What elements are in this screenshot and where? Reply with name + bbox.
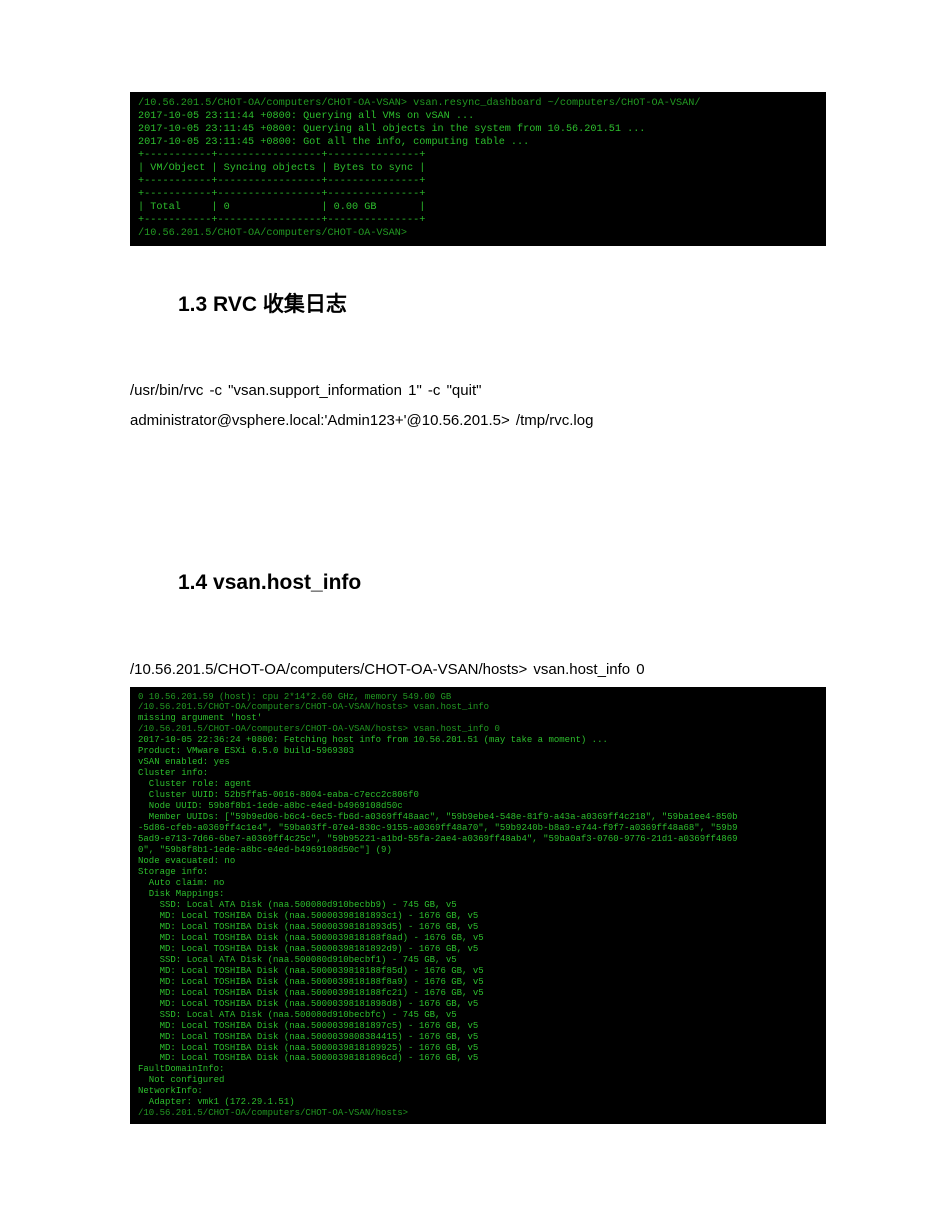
term2-line: /10.56.201.5/CHOT-OA/computers/CHOT-OA-V… bbox=[138, 702, 489, 712]
term2-line: Product: VMware ESXi 6.5.0 build-5969303 bbox=[138, 746, 354, 756]
term2-line: MD: Local TOSHIBA Disk (naa.500003981818… bbox=[138, 1043, 478, 1053]
document-page: /10.56.201.5/CHOT-OA/computers/CHOT-OA-V… bbox=[0, 92, 945, 1184]
term2-line: /10.56.201.5/CHOT-OA/computers/CHOT-OA-V… bbox=[138, 724, 500, 734]
term2-line: MD: Local TOSHIBA Disk (naa.500003981818… bbox=[138, 1053, 478, 1063]
term2-line: NetworkInfo: bbox=[138, 1086, 203, 1096]
term1-line: 2017-10-05 23:11:44 +0800: Querying all … bbox=[138, 111, 474, 122]
term2-line: MD: Local TOSHIBA Disk (naa.500003981818… bbox=[138, 988, 484, 998]
term2-line: Storage info: bbox=[138, 867, 208, 877]
term2-line: Node UUID: 59b8f8b1-1ede-a8bc-e4ed-b4969… bbox=[138, 801, 403, 811]
term2-line: Adapter: vmk1 (172.29.1.51) bbox=[138, 1097, 295, 1107]
term2-line: MD: Local TOSHIBA Disk (naa.500003981818… bbox=[138, 911, 478, 921]
heading-1-4: 1.4 vsan.host_info bbox=[178, 571, 815, 595]
term2-line: Cluster UUID: 52b5ffa5-0016-8004-eaba-c7… bbox=[138, 790, 419, 800]
term2-line: MD: Local TOSHIBA Disk (naa.500003981818… bbox=[138, 922, 478, 932]
term2-line: 0", "59b8f8b1-1ede-a8bc-e4ed-b4969108d50… bbox=[138, 845, 392, 855]
term2-line: Cluster info: bbox=[138, 768, 208, 778]
rvc-command-block: /usr/bin/rvc -c "vsan.support_informatio… bbox=[130, 376, 815, 436]
term2-line: SSD: Local ATA Disk (naa.500080d910becbf… bbox=[138, 955, 457, 965]
term2-line: 5ad9-e713-7d66-6be7-a0369ff4c25c", "59b9… bbox=[138, 834, 738, 844]
term2-line: Disk Mappings: bbox=[138, 889, 224, 899]
term2-line: 0 10.56.201.59 (host): cpu 2*14*2.60 GHz… bbox=[138, 692, 451, 702]
term2-line: MD: Local TOSHIBA Disk (naa.500003981818… bbox=[138, 966, 484, 976]
terminal-resync-dashboard: /10.56.201.5/CHOT-OA/computers/CHOT-OA-V… bbox=[130, 92, 826, 246]
rvc-command-line-1: /usr/bin/rvc -c "vsan.support_informatio… bbox=[130, 376, 815, 406]
term1-prompt: /10.56.201.5/CHOT-OA/computers/CHOT-OA-V… bbox=[138, 228, 407, 239]
term2-line: SSD: Local ATA Disk (naa.500080d910becbf… bbox=[138, 1010, 457, 1020]
term1-header: | VM/Object | Syncing objects | Bytes to… bbox=[138, 163, 425, 174]
term2-line: vSAN enabled: yes bbox=[138, 757, 230, 767]
host-info-command-line: /10.56.201.5/CHOT-OA/computers/CHOT-OA-V… bbox=[130, 655, 815, 685]
term1-sep: +-----------+-----------------+---------… bbox=[138, 150, 425, 161]
term1-sep: +-----------+-----------------+---------… bbox=[138, 215, 425, 226]
term1-sep: +-----------+-----------------+---------… bbox=[138, 176, 425, 187]
term1-total: | Total | 0 | 0.00 GB | bbox=[138, 202, 425, 213]
term2-line: SSD: Local ATA Disk (naa.500080d910becbb… bbox=[138, 900, 457, 910]
term2-line: -5d86-cfeb-a0369ff4c1e4", "59ba03ff-07e4… bbox=[138, 823, 738, 833]
term2-line: MD: Local TOSHIBA Disk (naa.500003980838… bbox=[138, 1032, 478, 1042]
term2-line: MD: Local TOSHIBA Disk (naa.500003981818… bbox=[138, 944, 478, 954]
term1-line: 2017-10-05 23:11:45 +0800: Querying all … bbox=[138, 124, 645, 135]
term2-line: missing argument 'host' bbox=[138, 713, 262, 723]
rvc-command-line-2: administrator@vsphere.local:'Admin123+'@… bbox=[130, 406, 815, 436]
term2-line: Cluster role: agent bbox=[138, 779, 251, 789]
term2-line: MD: Local TOSHIBA Disk (naa.500003981818… bbox=[138, 1021, 478, 1031]
term2-line: Not configured bbox=[138, 1075, 224, 1085]
term1-line: 2017-10-05 23:11:45 +0800: Got all the i… bbox=[138, 137, 529, 148]
terminal-host-info: 0 10.56.201.59 (host): cpu 2*14*2.60 GHz… bbox=[130, 687, 826, 1125]
term2-line: MD: Local TOSHIBA Disk (naa.500003981818… bbox=[138, 999, 478, 1009]
heading-1-3: 1.3 RVC 收集日志 bbox=[178, 288, 815, 318]
term1-sep: +-----------+-----------------+---------… bbox=[138, 189, 425, 200]
term2-line: Node evacuated: no bbox=[138, 856, 235, 866]
term2-prompt: /10.56.201.5/CHOT-OA/computers/CHOT-OA-V… bbox=[138, 1108, 408, 1118]
term2-line: Auto claim: no bbox=[138, 878, 224, 888]
term2-line: Member UUIDs: ["59b9ed06-b6c4-6ec5-fb6d-… bbox=[138, 812, 738, 822]
host-info-command-block: /10.56.201.5/CHOT-OA/computers/CHOT-OA-V… bbox=[130, 655, 815, 685]
term2-line: MD: Local TOSHIBA Disk (naa.500003981818… bbox=[138, 977, 484, 987]
term2-line: FaultDomainInfo: bbox=[138, 1064, 224, 1074]
term1-line: /10.56.201.5/CHOT-OA/computers/CHOT-OA-V… bbox=[138, 98, 700, 109]
term2-line: MD: Local TOSHIBA Disk (naa.500003981818… bbox=[138, 933, 484, 943]
term2-line: 2017-10-05 22:36:24 +0800: Fetching host… bbox=[138, 735, 608, 745]
